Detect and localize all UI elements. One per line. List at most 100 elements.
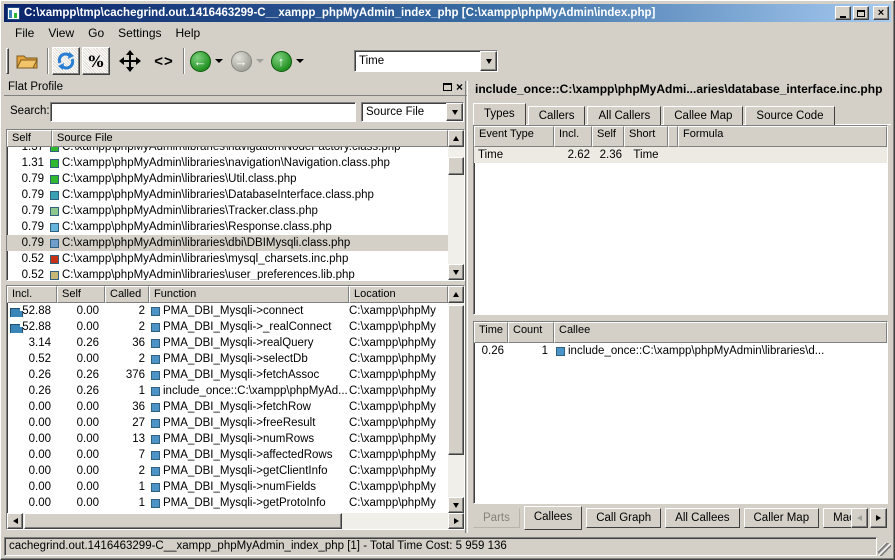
back-dropdown[interactable] (213, 47, 225, 75)
tabs-scroll-left-button[interactable] (851, 508, 868, 528)
scroll-up-button[interactable] (448, 130, 464, 147)
column-header[interactable]: Self (57, 286, 105, 303)
resize-grip[interactable] (878, 543, 891, 556)
event-type-combobox[interactable]: Time (354, 50, 498, 72)
function-row[interactable]: 0.000.001PMA_DBI_Mysqli->numFieldsC:\xam… (7, 479, 448, 495)
file-row[interactable]: 0.79C:\xampp\phpMyAdmin\libraries\Respon… (7, 219, 448, 235)
group-type-combobox[interactable]: Source File (361, 102, 464, 122)
vertical-scrollbar[interactable] (448, 147, 464, 280)
file-row[interactable]: 0.79C:\xampp\phpMyAdmin\libraries\Util.c… (7, 171, 448, 187)
column-header[interactable]: Location (349, 286, 448, 303)
event-type-table: Event TypeIncl.SelfShort Formula Time2.62… (473, 125, 888, 315)
column-header[interactable]: Self (7, 130, 52, 147)
file-row[interactable]: 0.52C:\xampp\phpMyAdmin\libraries\mysql_… (7, 251, 448, 267)
tabs-scroll-right-button[interactable] (870, 508, 887, 528)
menu-file[interactable]: File (8, 24, 41, 42)
file-row[interactable]: 1.31C:\xampp\phpMyAdmin\libraries\naviga… (7, 155, 448, 171)
tab-callers[interactable]: Callers (528, 106, 586, 125)
column-header[interactable]: Function (149, 286, 349, 303)
column-header[interactable]: Source File (52, 130, 448, 147)
function-row[interactable]: 0.000.0036PMA_DBI_Mysqli->fetchRowC:\xam… (7, 399, 448, 415)
function-row[interactable]: 52.880.002PMA_DBI_Mysqli->connectC:\xamp… (7, 303, 448, 319)
function-row[interactable]: 0.000.007PMA_DBI_Mysqli->affectedRowsC:\… (7, 447, 448, 463)
menu-view[interactable]: View (41, 24, 81, 42)
cell-function: PMA_DBI_Mysqli->getProtoInfo (149, 497, 349, 509)
panel-splitter[interactable] (465, 81, 468, 533)
back-button[interactable]: ← (189, 47, 211, 75)
callee-row[interactable]: 0.261include_once::C:\xampp\phpMyAdmin\l… (474, 343, 887, 359)
file-row[interactable]: 0.52C:\xampp\phpMyAdmin\libraries\user_p… (7, 267, 448, 280)
sidebars-toggle-button[interactable]: <> (149, 47, 179, 75)
maximize-button[interactable] (853, 6, 869, 20)
scroll-down-button[interactable] (448, 264, 464, 280)
scroll-left-button[interactable] (7, 513, 23, 529)
dock-menu-button[interactable] (114, 47, 146, 75)
function-row[interactable]: 0.260.261include_once::C:\xampp\phpMyAd.… (7, 383, 448, 399)
tab-machine[interactable]: Machine (823, 508, 851, 528)
cell-called: 2 (105, 305, 149, 317)
tab-all-callees[interactable]: All Callees (665, 508, 739, 528)
vertical-scrollbar[interactable] (448, 303, 464, 513)
file-type-icon (50, 239, 59, 248)
minimize-button[interactable] (835, 6, 851, 20)
tab-callee-map[interactable]: Callee Map (663, 106, 743, 125)
column-header[interactable]: Called (105, 286, 149, 303)
combo-dropdown-button[interactable] (446, 103, 463, 121)
horizontal-scrollbar[interactable] (7, 513, 464, 529)
function-row[interactable]: 0.520.002PMA_DBI_Mysqli->selectDbC:\xamp… (7, 351, 448, 367)
cycle-groups-button[interactable] (52, 47, 80, 75)
column-header[interactable]: Self (592, 126, 624, 147)
titlebar[interactable]: C:\xampp\tmp\cachegrind.out.1416463299-C… (4, 4, 891, 22)
tab-all-callers[interactable]: All Callers (587, 106, 661, 125)
column-header[interactable]: Callee (554, 322, 887, 343)
menu-settings[interactable]: Settings (111, 24, 168, 42)
column-header[interactable] (668, 126, 678, 147)
tab-caller-map[interactable]: Caller Map (744, 508, 820, 528)
column-header[interactable]: Formula (678, 126, 887, 147)
tab-call-graph[interactable]: Call Graph (586, 508, 661, 528)
file-row[interactable]: 0.79C:\xampp\phpMyAdmin\libraries\Databa… (7, 187, 448, 203)
function-row[interactable]: 0.000.0027PMA_DBI_Mysqli->freeResultC:\x… (7, 415, 448, 431)
dock-titlebar[interactable]: Flat Profile × (4, 79, 467, 96)
menu-help[interactable]: Help (169, 24, 208, 42)
scrollbar-thumb[interactable] (448, 305, 464, 455)
function-row[interactable]: 0.000.0013PMA_DBI_Mysqli->numRowsC:\xamp… (7, 431, 448, 447)
scrollbar-thumb[interactable] (448, 157, 464, 175)
column-header[interactable]: Time (474, 322, 508, 343)
cell-incl: 0.00 (7, 433, 57, 445)
scroll-up-button[interactable] (448, 286, 464, 303)
tab-types[interactable]: Types (473, 103, 526, 125)
column-header[interactable]: Count (508, 322, 554, 343)
function-icon (151, 371, 160, 380)
search-input[interactable] (50, 102, 356, 122)
file-row[interactable]: 0.79C:\xampp\phpMyAdmin\libraries\Tracke… (7, 203, 448, 219)
function-row[interactable]: 0.260.26376PMA_DBI_Mysqli->fetchAssocC:\… (7, 367, 448, 383)
function-row[interactable]: 3.140.2636PMA_DBI_Mysqli->realQueryC:\xa… (7, 335, 448, 351)
open-file-button[interactable] (12, 47, 42, 75)
column-header[interactable]: Short (624, 126, 668, 147)
tab-source-code[interactable]: Source Code (745, 106, 834, 125)
column-header[interactable]: Incl. (7, 286, 57, 303)
scroll-right-button[interactable] (448, 513, 464, 529)
scrollbar-thumb[interactable] (24, 513, 342, 529)
column-header[interactable]: Event Type (474, 126, 554, 147)
dock-close-icon[interactable]: × (456, 82, 463, 92)
tab-callees[interactable]: Callees (524, 506, 582, 530)
up-dropdown[interactable] (294, 47, 306, 75)
menu-go[interactable]: Go (81, 24, 111, 42)
event-type-row[interactable]: Time2.622.36Time (474, 147, 887, 163)
percent-toggle-button[interactable]: % (82, 47, 110, 75)
scroll-down-button[interactable] (448, 497, 464, 513)
file-row[interactable]: 0.79C:\xampp\phpMyAdmin\libraries\dbi\DB… (7, 235, 448, 251)
function-row[interactable]: 52.880.002PMA_DBI_Mysqli->_realConnectC:… (7, 319, 448, 335)
column-header[interactable]: Incl. (554, 126, 592, 147)
up-button[interactable]: ↑ (270, 47, 292, 75)
toolbar-grip[interactable] (6, 48, 9, 74)
forward-dropdown[interactable] (254, 47, 266, 75)
dock-float-icon[interactable] (443, 83, 452, 91)
forward-button[interactable]: → (230, 47, 252, 75)
close-button[interactable]: × (873, 6, 889, 20)
function-row[interactable]: 0.000.002PMA_DBI_Mysqli->getClientInfoC:… (7, 463, 448, 479)
function-row[interactable]: 0.000.001PMA_DBI_Mysqli->getProtoInfoC:\… (7, 495, 448, 511)
combo-dropdown-button[interactable] (480, 51, 497, 71)
